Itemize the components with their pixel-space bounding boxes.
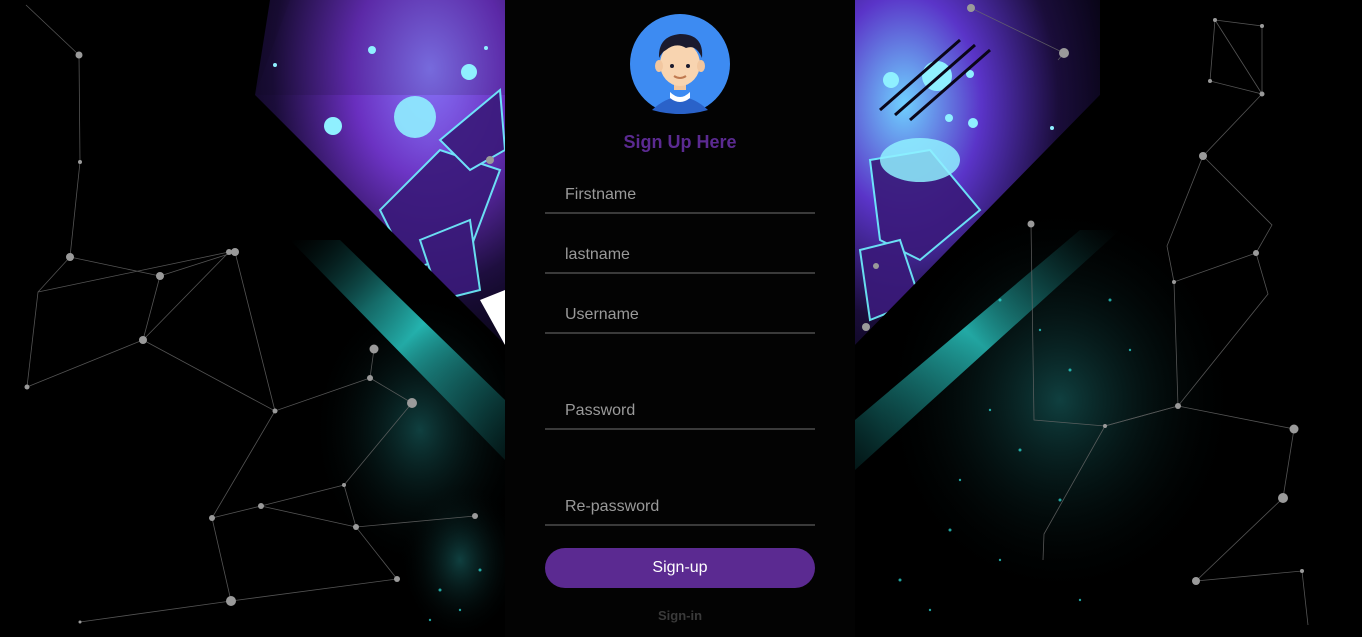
signin-link[interactable]: Sign-in [505, 608, 855, 623]
form-title: Sign Up Here [623, 132, 737, 152]
signup-button[interactable]: Sign-up [545, 548, 815, 588]
signup-page: Sign Up Here Sign-up Sign-in [0, 0, 1362, 637]
lastname-field[interactable] [545, 238, 815, 274]
password-field[interactable] [545, 394, 815, 430]
user-avatar-icon [630, 14, 730, 114]
username-field[interactable] [545, 298, 815, 334]
repassword-field[interactable] [545, 490, 815, 526]
firstname-field[interactable] [545, 178, 815, 214]
signup-form-panel: Sign Up Here Sign-up Sign-in [505, 0, 855, 637]
